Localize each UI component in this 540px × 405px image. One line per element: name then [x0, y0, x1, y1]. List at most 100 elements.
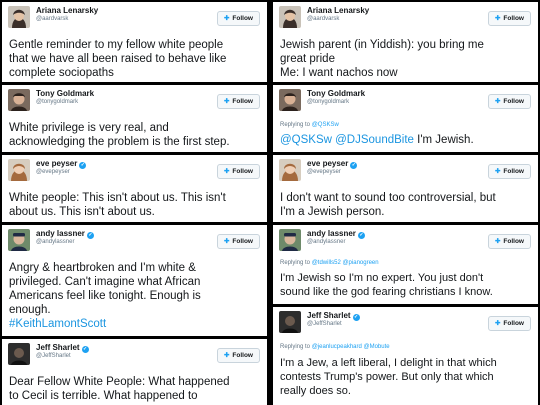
tweet-card: Tony Goldmark @tonygoldmark ✚ Follow Whit…	[2, 85, 267, 152]
follow-label: Follow	[503, 168, 524, 175]
display-name-text: Jeff Sharlet	[307, 311, 351, 320]
follow-button[interactable]: ✚ Follow	[487, 94, 531, 109]
tweet-line: to Cecil is terrible. What happened to	[9, 390, 198, 402]
reply-mention-link[interactable]: @jeanlucpeakhard @Mobute	[312, 344, 390, 350]
tweet-text: Angry & heartbroken and I'm white & priv…	[9, 261, 261, 331]
tweet-header: Tony Goldmark @tonygoldmark ✚ Follow	[273, 85, 538, 115]
display-name[interactable]: Jeff Sharlet ✓	[36, 343, 89, 353]
avatar[interactable]	[279, 6, 301, 28]
follow-label: Follow	[232, 15, 253, 22]
user-handle[interactable]: @andylassner	[307, 239, 345, 245]
tweet-card: Tony Goldmark @tonygoldmark ✚ Follow Repl…	[273, 85, 538, 152]
mention-links[interactable]: @QSKSw @DJSoundBite	[280, 134, 414, 146]
tweet-line: that we have all been raised to behave l…	[9, 53, 227, 65]
woman-avatar-icon	[279, 159, 301, 181]
tweet-text: White privilege is very real, and acknow…	[9, 121, 261, 149]
user-handle[interactable]: @evepeyser	[36, 169, 70, 175]
follow-label: Follow	[232, 238, 253, 245]
display-name[interactable]: andy lassner ✓	[307, 229, 365, 239]
tweet-header: andy lassner ✓ @andylassner ✚ Follow	[2, 225, 267, 255]
verified-badge-icon: ✓	[86, 232, 94, 239]
follow-bird-icon: ✚	[494, 168, 501, 175]
user-handle[interactable]: @evepeyser	[307, 169, 341, 175]
follow-button[interactable]: ✚ Follow	[487, 164, 531, 179]
display-name-text: eve peyser	[36, 159, 78, 168]
tweet-line: White people: This isn't about us. This …	[9, 192, 226, 204]
display-name[interactable]: Jeff Sharlet ✓	[307, 311, 360, 321]
tweet-header: Ariana Lenarsky @aardvarsk ✚ Follow	[2, 2, 267, 32]
tweet-card: eve peyser ✓ @evepeyser ✚ Follow White peo…	[2, 155, 267, 222]
replying-prefix: Replying to	[280, 122, 311, 128]
tweet-line: Gentle reminder to my fellow white peopl…	[9, 39, 224, 51]
user-handle[interactable]: @JeffSharlet	[36, 353, 71, 359]
display-name[interactable]: andy lassner ✓	[36, 229, 94, 239]
display-name[interactable]: Tony Goldmark	[307, 89, 365, 98]
verified-badge-icon: ✓	[81, 346, 89, 353]
user-handle[interactable]: @tonygoldmark	[36, 99, 78, 105]
user-handle[interactable]: @andylassner	[36, 239, 74, 245]
hashtag-link[interactable]: #KeithLamontScott	[9, 317, 261, 331]
replying-to: Replying to @tdwills52 @pianogreen	[280, 260, 379, 266]
tweet-text: Gentle reminder to my fellow white peopl…	[9, 38, 261, 80]
tweet-line: really does so.	[280, 385, 351, 397]
follow-label: Follow	[232, 168, 253, 175]
reply-mention-link[interactable]: @tdwills52 @pianogreen	[312, 260, 379, 266]
follow-bird-icon: ✚	[223, 238, 230, 245]
avatar[interactable]	[279, 311, 301, 333]
follow-label: Follow	[232, 98, 253, 105]
avatar[interactable]	[279, 159, 301, 181]
tweet-header: Ariana Lenarsky @aardvarsk ✚ Follow	[273, 2, 538, 32]
avatar[interactable]	[8, 6, 30, 28]
follow-button[interactable]: ✚ Follow	[216, 348, 260, 363]
avatar[interactable]	[279, 229, 301, 251]
display-name[interactable]: eve peyser ✓	[307, 159, 358, 169]
tweet-text: @QSKSw @DJSoundBite I'm Jewish.	[280, 133, 532, 147]
follow-button[interactable]: ✚ Follow	[487, 11, 531, 26]
avatar[interactable]	[8, 229, 30, 251]
woman-avatar-icon	[279, 6, 301, 28]
tweet-card: Ariana Lenarsky @aardvarsk ✚ Follow Jewis…	[273, 2, 538, 82]
follow-bird-icon: ✚	[223, 98, 230, 105]
user-handle[interactable]: @aardvarsk	[36, 16, 68, 22]
tweet-collage: Ariana Lenarsky @aardvarsk ✚ Follow Gentl…	[0, 0, 540, 405]
woman-avatar-icon	[8, 159, 30, 181]
tweet-text: I'm a Jew, a left liberal, I delight in …	[280, 356, 532, 398]
follow-button[interactable]: ✚ Follow	[216, 164, 260, 179]
avatar[interactable]	[8, 159, 30, 181]
tweet-line: complete sociopaths	[9, 67, 114, 79]
follow-button[interactable]: ✚ Follow	[487, 234, 531, 249]
display-name[interactable]: Ariana Lenarsky	[36, 6, 98, 15]
tweet-line: Me: I want nachos now	[280, 67, 398, 79]
tweet-line: great pride	[280, 53, 335, 65]
right-column: Ariana Lenarsky @aardvarsk ✚ Follow Jewis…	[271, 0, 540, 405]
tweet-header: Tony Goldmark @tonygoldmark ✚ Follow	[2, 85, 267, 115]
replying-to: Replying to @jeanlucpeakhard @Mobute	[280, 344, 390, 350]
reply-mention-link[interactable]: @QSKSw	[312, 122, 339, 128]
tweet-line: privileged. Can't imagine what African	[9, 276, 201, 288]
follow-button[interactable]: ✚ Follow	[487, 316, 531, 331]
follow-bird-icon: ✚	[494, 15, 501, 22]
man-avatar-icon	[8, 229, 30, 251]
man-avatar-icon	[279, 89, 301, 111]
tweet-line: about us. This isn't about us.	[9, 206, 155, 218]
display-name[interactable]: eve peyser ✓	[36, 159, 87, 169]
display-name[interactable]: Tony Goldmark	[36, 89, 94, 98]
follow-button[interactable]: ✚ Follow	[216, 234, 260, 249]
follow-label: Follow	[503, 320, 524, 327]
display-name[interactable]: Ariana Lenarsky	[307, 6, 369, 15]
tweet-line: contests Trump's power. But only that wh…	[280, 371, 494, 383]
tweet-header: Jeff Sharlet ✓ @JeffSharlet ✚ Follow	[273, 307, 538, 337]
tweet-header: Jeff Sharlet ✓ @JeffSharlet ✚ Follow	[2, 339, 267, 369]
tweet-text: White people: This isn't about us. This …	[9, 191, 261, 219]
follow-bird-icon: ✚	[494, 320, 501, 327]
avatar[interactable]	[8, 89, 30, 111]
tweet-line: Dear Fellow White People: What happened	[9, 376, 230, 388]
user-handle[interactable]: @tonygoldmark	[307, 99, 349, 105]
tweet-line: I don't want to sound too controversial,…	[280, 192, 496, 204]
avatar[interactable]	[8, 343, 30, 365]
user-handle[interactable]: @JeffSharlet	[307, 321, 342, 327]
avatar[interactable]	[279, 89, 301, 111]
follow-button[interactable]: ✚ Follow	[216, 11, 260, 26]
user-handle[interactable]: @aardvarsk	[307, 16, 339, 22]
follow-button[interactable]: ✚ Follow	[216, 94, 260, 109]
